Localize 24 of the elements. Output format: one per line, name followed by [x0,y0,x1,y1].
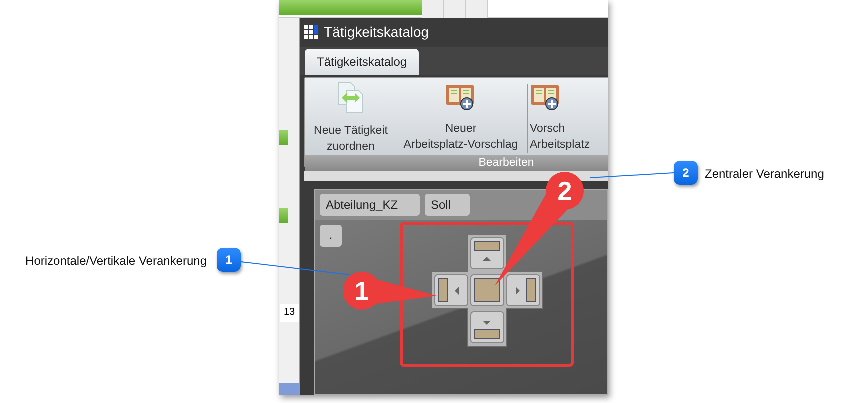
window-title: Tätigkeitskatalog [324,23,430,42]
document-board-icon [445,82,477,112]
status-cell [279,208,288,223]
grid-icon [304,25,319,40]
ribbon-button[interactable]: Vorsch Arbeitsplatz [530,78,594,155]
callout-number: 2 [674,161,698,185]
table-cell [444,0,466,18]
status-cell [279,130,288,145]
callout-number: 1 [217,248,241,272]
callout-text: Zentraler Verankerung [705,166,824,183]
pin-number: 1 [354,276,370,306]
tab[interactable]: Tätigkeitskatalog [305,49,420,75]
column-header[interactable]: Abteilung_KZ [320,194,420,216]
pin-number: 2 [558,176,572,206]
selected-row [279,383,300,395]
callout-text: Horizontale/Vertikale Verankerung [26,253,207,270]
document-swap-icon [336,82,366,114]
row-button[interactable]: . [320,225,342,247]
ribbon-button[interactable]: Neue Tätigkeit zuordnen [305,78,397,155]
table-cell: 13 [280,304,299,322]
column-header[interactable]: Soll [425,194,470,216]
group-label: Bearbeiten [305,155,608,171]
ribbon-button[interactable]: Neuer Arbeitsplatz-Vorschlag [397,78,525,155]
document-board-icon [530,82,562,112]
